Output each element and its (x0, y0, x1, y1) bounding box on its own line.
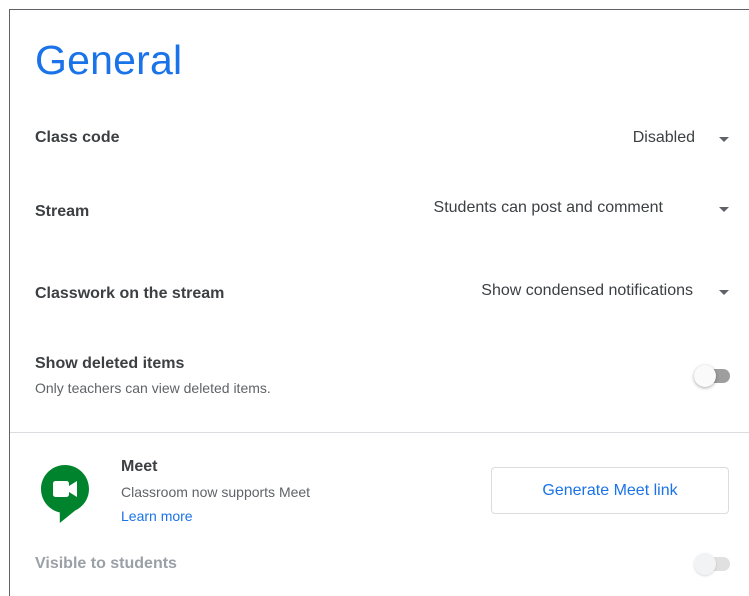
meet-description: Classroom now supports Meet (121, 484, 311, 500)
visible-to-students-label: Visible to students (35, 555, 177, 572)
class-code-value: Disabled (632, 129, 695, 146)
learn-more-link[interactable]: Learn more (121, 509, 193, 523)
page-title: General (35, 37, 183, 83)
stream-value: Students can post and comment (433, 199, 663, 216)
general-settings-panel: General Class code Disabled Stream Stude… (9, 9, 749, 596)
stream-select[interactable]: Students can post and comment (434, 193, 729, 223)
chevron-down-icon (719, 136, 729, 142)
show-deleted-items-toggle[interactable] (694, 365, 730, 387)
meet-title: Meet (121, 458, 158, 475)
stream-label: Stream (35, 203, 90, 220)
section-divider (10, 432, 749, 433)
classwork-on-stream-value: Show condensed notifications (481, 282, 693, 299)
toggle-thumb (694, 365, 716, 387)
class-code-select[interactable]: Disabled (633, 123, 729, 153)
chevron-down-icon (719, 206, 729, 212)
class-code-label: Class code (35, 129, 120, 146)
show-deleted-items-description: Only teachers can view deleted items. (35, 380, 271, 396)
visible-to-students-toggle[interactable] (694, 553, 730, 575)
chevron-down-icon (719, 289, 729, 295)
google-meet-icon (40, 463, 90, 525)
classwork-on-stream-select[interactable]: Show condensed notifications (481, 276, 729, 306)
classwork-on-stream-label: Classwork on the stream (35, 285, 225, 302)
toggle-thumb (694, 553, 716, 575)
generate-meet-link-button[interactable]: Generate Meet link (491, 467, 729, 514)
show-deleted-items-label: Show deleted items (35, 355, 185, 372)
